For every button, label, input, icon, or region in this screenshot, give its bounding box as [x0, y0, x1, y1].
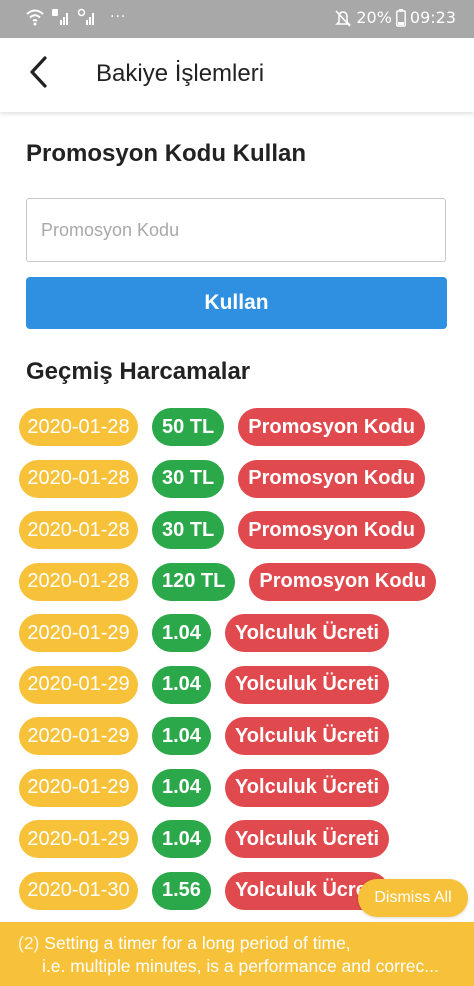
- signal-1-icon: [52, 8, 70, 26]
- amount-chip: 1.04: [152, 614, 211, 652]
- amount-chip: 1.04: [152, 665, 211, 704]
- amount-chip: 30 TL: [152, 511, 225, 549]
- clock: 09:23: [409, 8, 456, 27]
- transaction-type-chip: Yolculuk Ücreti: [224, 717, 390, 755]
- amount-chip: 50 TL: [152, 408, 225, 446]
- transaction-type-chip: Yolculuk Ücreti: [224, 768, 390, 807]
- transaction-type-chip: Promosyon Kodu: [238, 511, 425, 549]
- amount-chip: 1.56: [152, 871, 211, 910]
- warning-banner[interactable]: (2) Setting a timer for a long period of…: [0, 922, 474, 986]
- history-row: 2020-01-28 30 TL Promosyon Kodu: [19, 511, 474, 563]
- battery-icon: [395, 8, 406, 27]
- date-chip: 2020-01-28: [19, 408, 138, 446]
- date-chip: 2020-01-28: [19, 459, 138, 498]
- transaction-type-chip: Yolculuk Ücreti: [224, 614, 390, 652]
- status-bar: ··· 20% 09:23: [0, 0, 474, 38]
- date-chip: 2020-01-29: [19, 614, 138, 652]
- amount-chip: 1.04: [152, 768, 211, 807]
- date-chip: 2020-01-29: [19, 820, 138, 858]
- transaction-type-chip: Promosyon Kodu: [238, 459, 425, 498]
- wifi-icon: [26, 8, 44, 26]
- amount-chip: 120 TL: [152, 562, 236, 601]
- date-chip: 2020-01-29: [19, 717, 138, 755]
- page-title: Bakiye İşlemleri: [96, 60, 265, 87]
- history-section-title: Geçmiş Harcamalar: [26, 358, 251, 385]
- promo-section-title: Promosyon Kodu Kullan: [26, 140, 307, 167]
- history-row: 2020-01-29 1.04 Yolculuk Ücreti: [19, 665, 474, 718]
- transaction-type-chip: Yolculuk Ücreti: [224, 665, 390, 704]
- transaction-type-chip: Promosyon Kodu: [249, 562, 437, 601]
- battery-percent: 20%: [356, 8, 392, 27]
- overflow-indicator: ···: [110, 9, 127, 25]
- history-row: 2020-01-28 120 TL Promosyon Kodu: [19, 562, 474, 615]
- mute-icon: [334, 9, 352, 27]
- signal-2-icon: [77, 8, 96, 26]
- back-button[interactable]: [18, 54, 58, 94]
- history-row: 2020-01-28 50 TL Promosyon Kodu: [19, 408, 474, 460]
- warning-count: (2): [18, 933, 40, 953]
- date-chip: 2020-01-29: [19, 665, 138, 704]
- date-chip: 2020-01-28: [19, 511, 138, 549]
- amount-chip: 30 TL: [152, 459, 225, 498]
- warning-text-1: Setting a timer for a long period of tim…: [44, 933, 351, 953]
- app-header: Bakiye İşlemleri: [0, 38, 474, 112]
- date-chip: 2020-01-28: [19, 562, 138, 601]
- history-row: 2020-01-29 1.04 Yolculuk Ücreti: [19, 768, 474, 821]
- history-row: 2020-01-29 1.04 Yolculuk Ücreti: [19, 820, 474, 872]
- status-bar-left: ···: [26, 8, 126, 26]
- dismiss-all-button[interactable]: Dismiss All: [358, 879, 468, 917]
- history-row: 2020-01-28 30 TL Promosyon Kodu: [19, 459, 474, 512]
- amount-chip: 1.04: [152, 820, 211, 858]
- back-chevron-icon: [28, 55, 48, 93]
- amount-chip: 1.04: [152, 717, 211, 755]
- date-chip: 2020-01-30: [19, 871, 138, 910]
- history-row: 2020-01-29 1.04 Yolculuk Ücreti: [19, 717, 474, 769]
- promo-code-input[interactable]: [26, 198, 446, 262]
- history-list: 2020-01-28 50 TL Promosyon Kodu 2020-01-28 3…: [19, 408, 474, 923]
- warning-text-2: i.e. multiple minutes, is a performance …: [42, 956, 439, 976]
- transaction-type-chip: Promosyon Kodu: [238, 408, 425, 446]
- use-promo-button[interactable]: Kullan: [26, 277, 447, 329]
- status-bar-right: 20% 09:23: [334, 8, 456, 27]
- transaction-type-chip: Yolculuk Ücreti: [224, 820, 390, 858]
- warning-line-1: (2) Setting a timer for a long period of…: [18, 932, 351, 954]
- history-row: 2020-01-29 1.04 Yolculuk Ücreti: [19, 614, 474, 666]
- date-chip: 2020-01-29: [19, 768, 138, 807]
